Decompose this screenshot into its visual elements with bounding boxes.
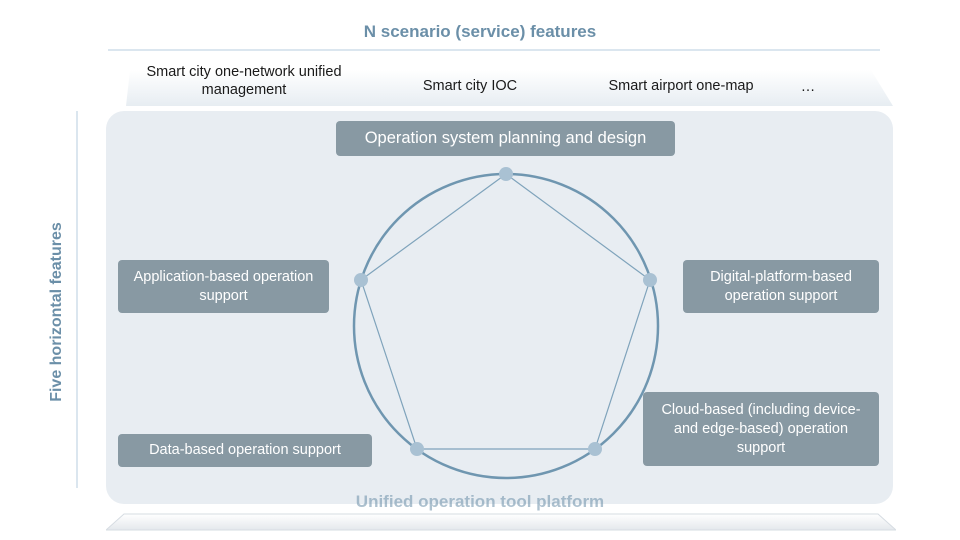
node-bottom-left (410, 442, 424, 456)
platform-base (106, 513, 896, 531)
feature-data-support-box: Data-based operation support (118, 434, 372, 467)
node-right (643, 273, 657, 287)
node-bottom-right (588, 442, 602, 456)
platform-label: Unified operation tool platform (355, 492, 605, 511)
node-left (354, 273, 368, 287)
feature-cloud-support-box: Cloud-based (including device- and edge-… (643, 392, 879, 466)
node-top (499, 167, 513, 181)
feature-planning-design-box: Operation system planning and design (336, 121, 675, 156)
feature-application-support-box: Application-based operation support (118, 260, 329, 313)
unifying-circle (352, 172, 660, 480)
feature-digital-platform-support-box: Digital-platform-based operation support (683, 260, 879, 313)
feature-pentagon (360, 173, 651, 450)
